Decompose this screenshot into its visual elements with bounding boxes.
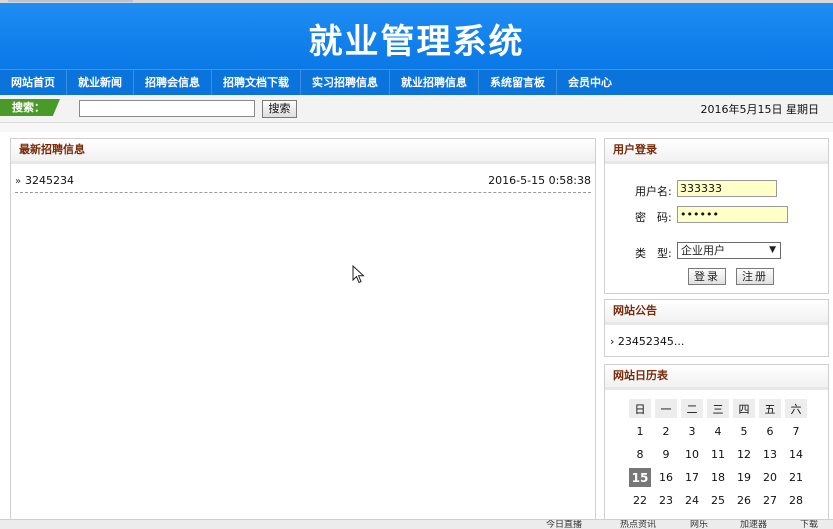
calendar-day[interactable]: 13: [759, 445, 781, 464]
recruit-panel: 最新招聘信息 » 3245234 2016-5-15 0:58:38: [10, 138, 596, 528]
calendar-day[interactable]: 12: [733, 445, 755, 464]
calendar-week: 15 16 17 18 19 20 21: [629, 468, 807, 487]
search-bar: 搜索： 搜索 2016年5月15日 星期日: [0, 95, 833, 123]
chevron-right-icon: ›: [610, 335, 615, 348]
calendar-grid: 日 一 二 三 四 五 六 1 2 3 4 5 6 7 8 9 10 11 12…: [625, 395, 811, 514]
site-header: 就业管理系统: [0, 3, 833, 69]
nav-member-center[interactable]: 会员中心: [557, 70, 623, 95]
username-field[interactable]: 333333: [677, 180, 777, 197]
calendar-day[interactable]: 8: [629, 445, 651, 464]
recruit-item-title[interactable]: 3245234: [25, 174, 74, 187]
nav-doc-download[interactable]: 招聘文档下载: [212, 70, 301, 95]
calendar-day[interactable]: 2: [655, 422, 677, 441]
username-label: 用户名:: [635, 185, 672, 198]
nav-news[interactable]: 就业新闻: [67, 70, 134, 95]
nav-home[interactable]: 网站首页: [0, 70, 67, 95]
calendar-day[interactable]: 26: [733, 491, 755, 510]
calendar-weekday-row: 日 一 二 三 四 五 六: [629, 399, 807, 418]
weekday-cell: 二: [681, 399, 703, 418]
calendar-day[interactable]: 23: [655, 491, 677, 510]
nav-employment[interactable]: 就业招聘信息: [390, 70, 479, 95]
search-label: 搜索：: [0, 99, 60, 116]
current-date: 2016年5月15日 星期日: [700, 103, 820, 116]
nav-internship[interactable]: 实习招聘信息: [301, 70, 390, 95]
login-panel-title: 用户登录: [605, 139, 828, 164]
calendar-day[interactable]: 3: [681, 422, 703, 441]
main-nav: 网站首页 就业新闻 招聘会信息 招聘文档下载 实习招聘信息 就业招聘信息 系统留…: [0, 69, 833, 95]
calendar-day[interactable]: 5: [733, 422, 755, 441]
notice-panel-title: 网站公告: [605, 300, 828, 325]
notice-panel: 网站公告 › 23452345...: [604, 299, 829, 357]
calendar-day-today[interactable]: 15: [629, 468, 651, 487]
user-type-value: 企业用户: [681, 244, 725, 257]
notice-item[interactable]: › 23452345...: [610, 335, 684, 348]
calendar-day[interactable]: 28: [785, 491, 807, 510]
login-panel: 用户登录 用户名: 333333 密 码: •••••• 类 型: 企业用户 ▼…: [604, 138, 829, 294]
browser-tab[interactable]: [8, 0, 133, 2]
password-label: 密 码:: [635, 211, 672, 224]
calendar-day[interactable]: 22: [629, 491, 651, 510]
list-item[interactable]: » 3245234 2016-5-15 0:58:38: [15, 173, 591, 193]
dropdown-arrow-icon: ▼: [769, 245, 776, 255]
weekday-cell: 四: [733, 399, 755, 418]
search-input[interactable]: [79, 100, 255, 117]
notice-item-text[interactable]: 23452345...: [618, 335, 684, 348]
password-field[interactable]: ••••••: [677, 206, 788, 223]
calendar-week: 8 9 10 11 12 13 14: [629, 445, 807, 464]
calendar-day[interactable]: 17: [681, 468, 703, 487]
site-title: 就业管理系统: [308, 21, 525, 62]
calendar-day[interactable]: 19: [733, 468, 755, 487]
calendar-day[interactable]: 25: [707, 491, 729, 510]
nav-job-fair[interactable]: 招聘会信息: [134, 70, 212, 95]
calendar-day[interactable]: 4: [707, 422, 729, 441]
mouse-cursor-icon: [352, 265, 365, 284]
login-button[interactable]: 登录: [688, 268, 726, 285]
calendar-week: 1 2 3 4 5 6 7: [629, 422, 807, 441]
calendar-day[interactable]: 7: [785, 422, 807, 441]
double-arrow-icon: »: [15, 176, 22, 187]
register-button[interactable]: 注册: [736, 268, 774, 285]
calendar-day[interactable]: 27: [759, 491, 781, 510]
calendar-panel: 网站日历表 日 一 二 三 四 五 六 1 2 3 4 5 6 7 8 9 10…: [604, 364, 829, 528]
calendar-day[interactable]: 11: [707, 445, 729, 464]
user-type-label: 类 型:: [635, 247, 672, 260]
calendar-day[interactable]: 16: [655, 468, 677, 487]
search-button[interactable]: 搜索: [262, 100, 297, 118]
weekday-cell: 日: [629, 399, 651, 418]
recruit-item-date: 2016-5-15 0:58:38: [488, 174, 591, 187]
calendar-day[interactable]: 9: [655, 445, 677, 464]
calendar-day[interactable]: 24: [681, 491, 703, 510]
calendar-week: 22 23 24 25 26 27 28: [629, 491, 807, 510]
calendar-day[interactable]: 20: [759, 468, 781, 487]
recruit-panel-title: 最新招聘信息: [11, 139, 595, 164]
calendar-day[interactable]: 21: [785, 468, 807, 487]
calendar-day[interactable]: 6: [759, 422, 781, 441]
weekday-cell: 五: [759, 399, 781, 418]
weekday-cell: 六: [785, 399, 807, 418]
user-type-select[interactable]: 企业用户 ▼: [677, 242, 781, 259]
weekday-cell: 一: [655, 399, 677, 418]
calendar-day[interactable]: 18: [707, 468, 729, 487]
weekday-cell: 三: [707, 399, 729, 418]
calendar-day[interactable]: 14: [785, 445, 807, 464]
divider-band: [0, 123, 833, 132]
nav-message-board[interactable]: 系统留言板: [479, 70, 557, 95]
calendar-day[interactable]: 1: [629, 422, 651, 441]
calendar-panel-title: 网站日历表: [605, 365, 828, 390]
calendar-day[interactable]: 10: [681, 445, 703, 464]
